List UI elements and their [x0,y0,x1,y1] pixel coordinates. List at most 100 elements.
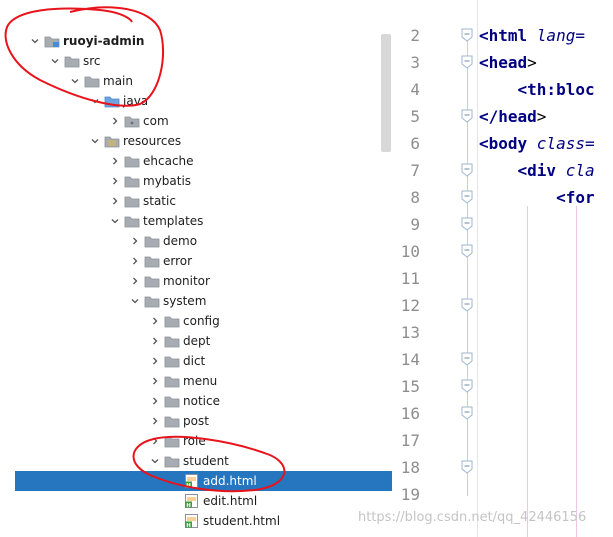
line-number: 5 [410,107,420,126]
chevron-right-icon[interactable] [108,194,122,208]
chevron-right-icon[interactable] [128,234,142,248]
chevron-right-icon[interactable] [148,394,162,408]
code-editor[interactable]: 2 3 4 5 6 7 8 9 10 11 12 13 14 15 16 17 18 19 <html lang=… [392,0,613,537]
folder-icon [164,394,180,408]
package-icon [124,114,140,128]
code-line[interactable]: </head> [479,103,546,130]
chevron-right-icon[interactable] [148,374,162,388]
fold-marker-icon[interactable] [461,217,473,231]
folder-icon [164,334,180,348]
code-token: > [527,53,537,72]
tree-item-ehcache[interactable]: ehcache [0,151,392,171]
tree-item-label: post [183,414,209,428]
fold-marker-icon[interactable] [461,190,473,204]
chevron-right-icon[interactable] [148,414,162,428]
chevron-right-icon[interactable] [148,434,162,448]
line-number: 15 [400,377,420,396]
fold-marker-icon[interactable] [461,55,473,69]
tree-item-com[interactable]: com [0,111,392,131]
tree-item-static[interactable]: static [0,191,392,211]
line-number: 16 [400,404,420,423]
tree-item-src[interactable]: src [0,51,392,71]
code-line[interactable]: <div cla [479,157,595,184]
folder-icon [64,54,80,68]
chevron-right-icon[interactable] [148,354,162,368]
chevron-right-icon[interactable] [128,274,142,288]
tree-item-monitor[interactable]: monitor [0,271,392,291]
fold-guide-line [467,36,468,496]
line-number: 3 [410,53,420,72]
fold-marker-icon[interactable] [461,460,473,474]
tree-item-label: java [123,94,149,108]
tree-item-post[interactable]: post [0,411,392,431]
tree-item-ruoyi-admin[interactable]: ruoyi-admin [0,31,392,51]
code-token: <html [479,26,537,45]
chevron-down-icon[interactable] [128,294,142,308]
tree-item-edit-html[interactable]: Hedit.html [0,491,392,511]
editor-gutter: 2 3 4 5 6 7 8 9 10 11 12 13 14 15 16 17 18 19 [392,0,478,537]
line-number: 4 [410,80,420,99]
tree-scrollbar[interactable] [381,34,391,152]
tree-item-label: config [183,314,220,328]
line-number: 7 [410,161,420,180]
fold-marker-icon[interactable] [461,379,473,393]
fold-marker-icon[interactable] [461,352,473,366]
tree-item-mybatis[interactable]: mybatis [0,171,392,191]
fold-marker-icon[interactable] [461,163,473,177]
tree-item-student-html[interactable]: Hstudent.html [0,511,392,531]
tree-item-system[interactable]: system [0,291,392,311]
tree-item-main[interactable]: main [0,71,392,91]
fold-marker-icon[interactable] [461,298,473,312]
tree-item-resources[interactable]: resources [0,131,392,151]
tree-item-java[interactable]: java [0,91,392,111]
code-token: <div [479,161,566,180]
tree-item-dept[interactable]: dept [0,331,392,351]
chevron-right-icon[interactable] [128,254,142,268]
chevron-down-icon[interactable] [88,94,102,108]
chevron-right-icon[interactable] [148,334,162,348]
code-token: cla [565,161,595,180]
tree-item-demo[interactable]: demo [0,231,392,251]
tree-item-label: resources [123,134,182,148]
chevron-down-icon[interactable] [148,454,162,468]
fold-marker-icon[interactable] [461,244,473,258]
folder-icon [144,254,160,268]
chevron-right-icon[interactable] [108,154,122,168]
chevron-down-icon[interactable] [68,74,82,88]
tree-item-label: dept [183,334,211,348]
tree-item-templates[interactable]: templates [0,211,392,231]
html-file-icon: H [184,474,200,488]
chevron-down-icon[interactable] [88,134,102,148]
chevron-down-icon[interactable] [48,54,62,68]
tree-item-config[interactable]: config [0,311,392,331]
tree-item-label: notice [183,394,220,408]
project-tree: ruoyi-admin src main java com resources ehcach… [0,0,392,537]
fold-marker-icon[interactable] [461,406,473,420]
tree-item-role[interactable]: role [0,431,392,451]
chevron-right-icon[interactable] [148,314,162,328]
code-line[interactable]: <html lang= [479,22,585,49]
tree-item-add-html[interactable]: Hadd.html [15,471,392,491]
chevron-right-icon[interactable] [108,114,122,128]
chevron-right-icon[interactable] [108,174,122,188]
chevron-down-icon[interactable] [28,34,42,48]
code-line[interactable]: <body class= [479,130,595,157]
folder-icon [144,274,160,288]
code-token: <head [479,53,528,72]
tree-item-dict[interactable]: dict [0,351,392,371]
tree-item-label: ehcache [143,154,194,168]
fold-marker-icon[interactable] [461,109,473,123]
tree-item-label: menu [183,374,218,388]
chevron-down-icon[interactable] [108,214,122,228]
tree-item-menu[interactable]: menu [0,371,392,391]
code-line[interactable]: <for [479,184,595,211]
svg-text:H: H [186,483,191,488]
fold-marker-icon[interactable] [461,28,473,42]
tree-item-error[interactable]: error [0,251,392,271]
tree-item-label: static [143,194,176,208]
code-line[interactable]: <th:bloc [479,76,595,103]
line-number: 9 [410,215,420,234]
tree-item-notice[interactable]: notice [0,391,392,411]
tree-item-student[interactable]: student [0,451,392,471]
code-line[interactable]: <head> [479,49,537,76]
